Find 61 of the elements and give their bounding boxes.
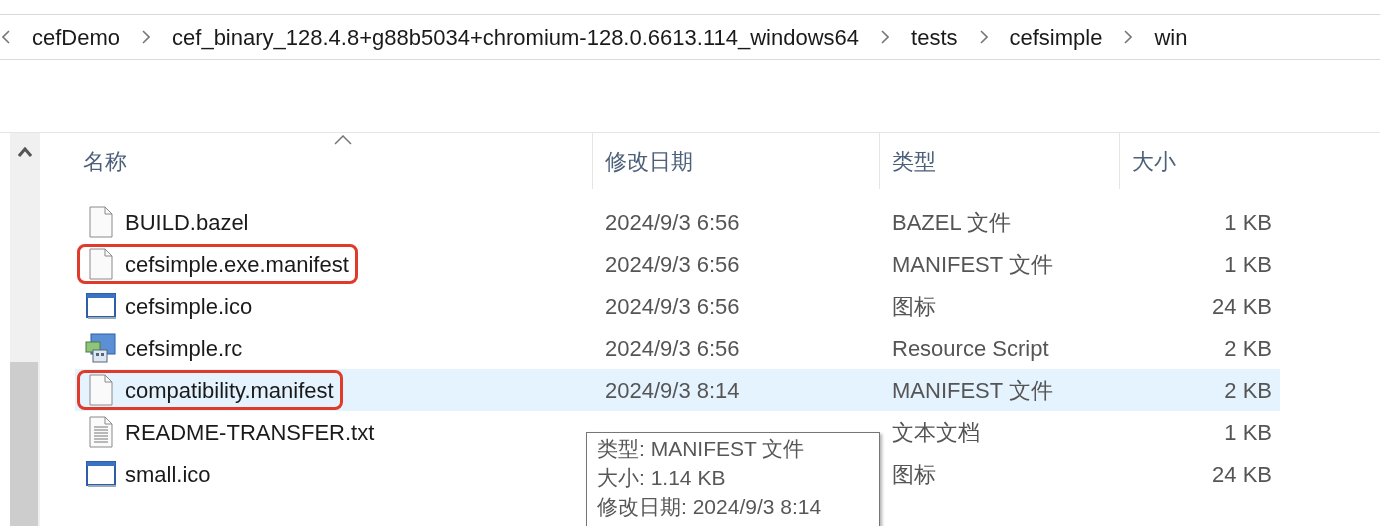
scroll-up-icon[interactable]	[18, 147, 32, 157]
column-header[interactable]: 大小	[1120, 133, 1280, 189]
modified-date: 2024/9/3 6:56	[604, 292, 741, 321]
file-name: BUILD.bazel	[125, 208, 249, 237]
resource-file-icon	[85, 332, 117, 364]
breadcrumb-item[interactable]: cefsimple	[1009, 20, 1103, 54]
file-name: cefsimple.exe.manifest	[125, 250, 349, 279]
file-size: 2 KB	[1223, 334, 1273, 363]
chevron-right-icon	[979, 30, 988, 44]
file-item[interactable]: cefsimple.rc	[75, 327, 593, 369]
modified-date: 2024/9/3 6:56	[604, 208, 741, 237]
column-header[interactable]: 修改日期	[593, 133, 880, 189]
file-name: cefsimple.rc	[125, 334, 243, 363]
file-size: 2 KB	[1120, 369, 1280, 411]
modified-date: 2024/9/3 8:14	[593, 369, 880, 411]
file-type: Resource Script	[891, 334, 1050, 363]
window-icon	[85, 292, 117, 320]
file-type: 文本文档	[891, 418, 981, 447]
file-item[interactable]: small.ico	[75, 453, 593, 495]
file-item[interactable]: cefsimple.ico	[75, 285, 593, 327]
file-name: compatibility.manifest	[125, 376, 334, 405]
file-name: small.ico	[125, 460, 211, 489]
file-name: README-TRANSFER.txt	[125, 418, 375, 447]
file-name: cefsimple.ico	[125, 292, 253, 321]
sort-caret-icon	[333, 135, 352, 145]
file-item[interactable]: BUILD.bazel	[75, 201, 593, 243]
file-type: BAZEL 文件	[891, 208, 1012, 237]
blank-file-icon	[88, 248, 114, 280]
tooltip-line: 类型: MANIFEST 文件	[597, 436, 806, 462]
file-size: 24 KB	[1211, 460, 1273, 489]
file-item[interactable]: compatibility.manifest	[75, 369, 593, 411]
back-chevron-icon	[2, 30, 10, 44]
breadcrumb-item[interactable]: cef_binary_128.4.8+g88b5034+chromium-128.0.6613.114_windows64	[172, 20, 860, 54]
file-type: MANIFEST 文件	[891, 250, 1054, 279]
breadcrumb-item[interactable]: tests	[911, 20, 958, 54]
file-size: 1 KB	[1223, 418, 1273, 447]
scrollbar[interactable]	[10, 133, 40, 526]
file-size: 1 KB	[1223, 208, 1273, 237]
file-type: MANIFEST 文件	[880, 369, 1120, 411]
tooltip-line: 大小: 1.14 KB	[597, 465, 727, 491]
chevron-right-icon	[881, 30, 890, 44]
blank-file-icon	[88, 206, 114, 238]
text-file-icon	[88, 416, 114, 448]
file-item[interactable]: cefsimple.exe.manifest	[75, 243, 593, 285]
file-type: 图标	[891, 460, 937, 489]
file-size: 1 KB	[1223, 250, 1273, 279]
breadcrumb-item[interactable]: cefDemo	[32, 20, 121, 54]
breadcrumb-item[interactable]: win	[1154, 20, 1188, 54]
column-header[interactable]: 类型	[880, 133, 1120, 189]
modified-date: 2024/9/3 6:56	[604, 334, 741, 363]
file-type: 图标	[891, 292, 937, 321]
chevron-right-icon	[1124, 30, 1133, 44]
tooltip-line: 修改日期: 2024/9/3 8:14	[597, 494, 823, 520]
file-size: 24 KB	[1211, 292, 1273, 321]
blank-file-icon	[88, 374, 114, 406]
chevron-right-icon	[142, 30, 151, 44]
modified-date: 2024/9/3 6:56	[604, 250, 741, 279]
column-header[interactable]: 名称	[75, 133, 593, 189]
scrollbar-thumb[interactable]	[10, 362, 38, 526]
file-item[interactable]: README-TRANSFER.txt	[75, 411, 593, 453]
window-icon	[85, 460, 117, 488]
